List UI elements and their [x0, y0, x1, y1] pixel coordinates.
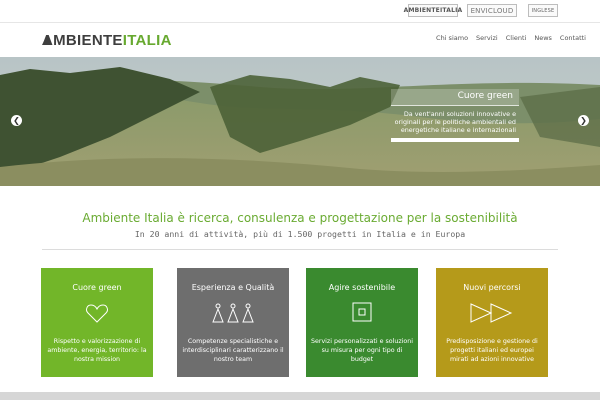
card-title: Esperienza e Qualità [191, 283, 275, 292]
partner-label: ENVICLOUD [470, 6, 514, 15]
heart-outline-icon [86, 304, 108, 323]
slide-caption-bar [391, 138, 519, 142]
main-nav: Chi siamo Servizi Clienti News Contatti [428, 34, 586, 42]
hero-slider: ❮ ❯ Cuore green Da vent'anni soluzioni i… [0, 57, 600, 186]
card-text: Servizi personalizzati e soluzioni su mi… [310, 338, 414, 363]
partner-link-ambienteitalia[interactable]: AMBIENTEITALIA [404, 4, 462, 17]
page-subtagline: In 20 anni di attività, più di 1.500 pro… [134, 229, 466, 239]
logo-triangle-icon [42, 35, 52, 45]
footer-strip [0, 392, 600, 400]
chevron-left-icon: ❮ [13, 116, 20, 125]
language-label: INGLESE [531, 7, 555, 14]
top-bar: AMBIENTEITALIA ENVICLOUD INGLESE [0, 0, 600, 23]
card-title: Nuovi percorsi [463, 283, 521, 292]
site-header: AMBIENTEITALIA Chi siamo Servizi Clienti… [0, 23, 600, 57]
team-people-icon [212, 303, 254, 323]
nav-contatti[interactable]: Contatti [560, 34, 586, 42]
logo-text-ambiente: AMBIENTE [42, 32, 123, 49]
nav-news[interactable]: News [534, 34, 552, 42]
partner-label: AMBIENTEITALIA [403, 7, 463, 14]
slide-caption-text: Da vent'anni soluzioni innovative e orig… [394, 110, 516, 134]
card-agire-sostenibile[interactable]: Agire sostenibile Servizi personalizzati… [306, 268, 418, 377]
language-switch-button[interactable]: INGLESE [528, 4, 558, 17]
slide-caption: Cuore green Da vent'anni soluzioni innov… [391, 89, 519, 142]
double-arrow-icon [470, 303, 513, 323]
nav-clienti[interactable]: Clienti [506, 34, 527, 42]
nav-servizi[interactable]: Servizi [476, 34, 498, 42]
card-text: Competenze specialistiche e interdiscipl… [182, 338, 284, 363]
card-text: Rispetto e valorizzazione di ambiente, e… [47, 338, 147, 363]
slide-caption-title: Cuore green [391, 89, 519, 106]
partner-link-envicloud[interactable]: ENVICLOUD [467, 4, 517, 17]
slider-next-button[interactable]: ❯ [578, 115, 589, 126]
chevron-right-icon: ❯ [580, 116, 587, 125]
page-tagline: Ambiente Italia è ricerca, consulenza e … [82, 211, 518, 225]
card-nuovi-percorsi[interactable]: Nuovi percorsi Predisposizione e gestion… [436, 268, 548, 377]
slider-prev-button[interactable]: ❮ [11, 115, 22, 126]
card-title: Agire sostenibile [328, 283, 396, 292]
card-title: Cuore green [72, 283, 122, 292]
divider [42, 249, 558, 250]
square-target-icon [352, 302, 372, 322]
card-cuore-green[interactable]: Cuore green Rispetto e valorizzazione di… [41, 268, 153, 377]
site-logo[interactable]: AMBIENTEITALIA [42, 32, 172, 49]
nav-chi-siamo[interactable]: Chi siamo [436, 34, 468, 42]
logo-text-italia: ITALIA [122, 32, 172, 49]
card-text: Predisposizione e gestione di progetti i… [446, 338, 538, 363]
card-esperienza-qualita[interactable]: Esperienza e Qualità Competenze speciali… [177, 268, 289, 377]
